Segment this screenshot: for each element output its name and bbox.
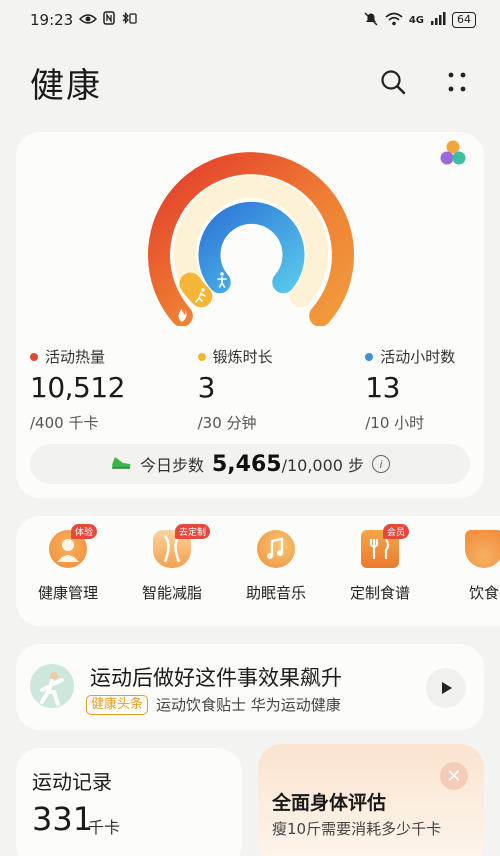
- service-fat-loss[interactable]: 去定制 智能减脂: [120, 524, 224, 603]
- service-diet[interactable]: 饮食: [432, 530, 500, 603]
- article-thumbnail: [30, 664, 74, 708]
- service-health-management[interactable]: 体验 健康管理: [16, 524, 120, 603]
- stat-value: 13: [365, 371, 400, 404]
- more-dots-icon: [448, 72, 466, 92]
- record-title: 运动记录: [32, 770, 112, 794]
- stat-goal: /30 分钟: [197, 414, 257, 432]
- steps-summary[interactable]: 今日步数 5,465/10,000 步 i: [30, 444, 470, 484]
- service-sleep-music[interactable]: 助眠音乐: [224, 530, 328, 603]
- stat-goal: /10 小时: [365, 414, 425, 432]
- network-label: 4G: [408, 14, 424, 26]
- service-label: 助眠音乐: [245, 584, 306, 602]
- assessment-title: 全面身体评估: [272, 792, 387, 814]
- wifi-icon: [385, 12, 403, 29]
- service-label: 饮食: [468, 584, 499, 602]
- color-apps-icon[interactable]: [438, 138, 468, 168]
- stat-label: 锻炼时长: [212, 348, 273, 366]
- eye-icon: [79, 11, 98, 29]
- more-menu-button[interactable]: [442, 67, 472, 97]
- stand-ring: [198, 201, 305, 294]
- record-unit: 千卡: [88, 818, 121, 837]
- record-value: 331: [32, 800, 94, 838]
- search-button[interactable]: [378, 67, 408, 97]
- search-icon: [381, 70, 406, 95]
- play-icon: [442, 682, 452, 694]
- assessment-subtitle: 瘦10斤需要消耗多少千卡: [272, 820, 442, 838]
- bluetooth-battery-icon: [121, 11, 137, 29]
- battery-indicator: 64: [452, 12, 476, 28]
- stat-value: 10,512: [30, 371, 125, 404]
- page-title: 健康: [30, 65, 102, 106]
- stat-value: 3: [197, 371, 216, 404]
- activity-rings: [148, 152, 354, 326]
- service-recipe[interactable]: 会员 定制食谱: [328, 524, 432, 603]
- diet-icon: [465, 530, 500, 568]
- health-management-icon: 体验: [49, 524, 98, 568]
- recipe-icon: 会员: [361, 524, 410, 568]
- steps-goal: /10,000 步: [281, 456, 365, 475]
- services-card: 体验 健康管理 去定制 智能减脂 助眠音乐 会员 定制食谱 饮食: [16, 516, 500, 626]
- exercise-dot: [197, 352, 206, 361]
- close-icon: ✕: [446, 765, 462, 787]
- service-badge: 去定制: [175, 524, 211, 539]
- article-title: 运动后做好这件事效果飙升: [90, 666, 342, 690]
- exercise-record-card[interactable]: 运动记录 331 千卡: [16, 748, 242, 856]
- app-header: 健康: [0, 52, 500, 112]
- steps-label: 今日步数: [139, 456, 204, 475]
- service-label: 健康管理: [37, 584, 98, 602]
- status-bar: 19:23 4G 64: [0, 0, 500, 40]
- service-label: 定制食谱: [349, 584, 410, 602]
- article-tag: 健康头条: [86, 694, 149, 715]
- service-badge: 会员: [383, 524, 410, 539]
- article-source: 运动饮食贴士 华为运动健康: [156, 696, 341, 714]
- signal-icon: [430, 11, 446, 29]
- body-assessment-card[interactable]: ✕ 全面身体评估 瘦10斤需要消耗多少千卡: [258, 744, 484, 856]
- sleep-music-icon: [257, 530, 295, 568]
- sneaker-icon: [110, 454, 132, 474]
- play-button[interactable]: [426, 668, 466, 708]
- stat-label: 活动热量: [45, 348, 106, 366]
- stat-goal: /400 千卡: [30, 414, 99, 432]
- stat-exercise-minutes[interactable]: 锻炼时长 3 /30 分钟: [197, 346, 366, 433]
- info-icon[interactable]: i: [372, 455, 391, 473]
- fat-loss-icon: 去定制: [153, 524, 211, 568]
- stat-active-hours[interactable]: 活动小时数 13 /10 小时: [365, 346, 470, 433]
- close-button[interactable]: ✕: [440, 762, 468, 790]
- service-badge: 体验: [71, 524, 98, 539]
- activity-dot: [30, 352, 38, 361]
- mute-icon: [363, 11, 379, 30]
- stat-label: 活动小时数: [380, 348, 456, 366]
- activity-rings-card[interactable]: 活动热量 10,512 /400 千卡 锻炼时长 3 /30 分钟 活动小时数 …: [16, 132, 484, 498]
- article-card[interactable]: 运动后做好这件事效果飙升 健康头条 运动饮食贴士 华为运动健康: [16, 644, 484, 730]
- stat-activity-calories[interactable]: 活动热量 10,512 /400 千卡: [30, 346, 198, 433]
- service-label: 智能减脂: [141, 584, 202, 602]
- nfc-icon: [103, 11, 115, 29]
- stand-dot: [365, 352, 374, 361]
- steps-value: 5,465: [211, 451, 282, 477]
- status-time: 19:23: [30, 11, 74, 29]
